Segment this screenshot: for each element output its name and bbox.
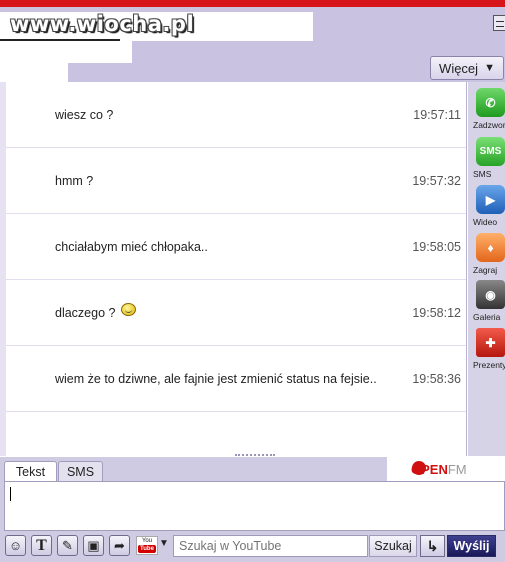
message-input[interactable] bbox=[4, 481, 505, 531]
youtube-logo-bottom: Tube bbox=[138, 545, 156, 553]
gift-icon: ▣ bbox=[87, 537, 100, 553]
message-text: chciałabym mieć chłopaka.. bbox=[55, 240, 208, 254]
phone-icon: ✆ bbox=[476, 88, 505, 117]
emoticon-icon: ☺ bbox=[8, 538, 23, 553]
chevron-down-icon: ▼ bbox=[484, 62, 495, 74]
emoticon-button[interactable]: ☺ bbox=[5, 535, 26, 556]
resize-handle[interactable] bbox=[235, 454, 275, 457]
enter-arrow-icon: ↳ bbox=[426, 537, 439, 554]
camera-icon: ◉ bbox=[476, 280, 505, 309]
window-menu-icon[interactable] bbox=[493, 15, 505, 31]
message-text: dlaczego ? bbox=[55, 306, 116, 320]
radio-icon bbox=[412, 461, 426, 475]
gift-toolbar-button[interactable]: ▣ bbox=[83, 535, 104, 556]
message-row: wiem że to dziwne, ale fajnie jest zmien… bbox=[6, 346, 466, 412]
send-button[interactable]: Wyślij bbox=[447, 535, 496, 557]
tab-text[interactable]: Tekst bbox=[4, 461, 57, 482]
wrench-button[interactable]: ✎ bbox=[57, 535, 78, 556]
more-button[interactable]: Więcej ▼ bbox=[430, 56, 504, 80]
gift-icon: ✚ bbox=[476, 328, 505, 357]
openfm-suffix: FM bbox=[447, 461, 467, 477]
share-button[interactable]: ➦ bbox=[109, 535, 130, 556]
message-row: chciałabym mieć chłopaka.. 19:58:05 bbox=[6, 214, 466, 280]
message-row: wiesz co ? 19:57:11 bbox=[6, 82, 466, 148]
message-time: 19:58:05 bbox=[412, 240, 461, 254]
gallery-label: Galeria bbox=[473, 312, 501, 322]
share-arrow-icon: ➦ bbox=[114, 537, 125, 553]
message-time: 19:57:11 bbox=[413, 108, 461, 122]
chevron-down-icon[interactable]: ▼ bbox=[159, 538, 169, 549]
message-text: wiesz co ? bbox=[55, 108, 114, 122]
message-time: 19:57:32 bbox=[412, 174, 461, 188]
video-camera-icon: ▶ bbox=[476, 185, 505, 214]
sms-label: SMS bbox=[473, 169, 492, 179]
message-time: 19:58:36 bbox=[412, 372, 461, 386]
watermark: www.wiocha.pl bbox=[10, 12, 195, 36]
text-format-icon: T bbox=[36, 536, 47, 554]
message-text-wrap: dlaczego ? bbox=[55, 280, 137, 346]
message-time: 19:58:12 bbox=[412, 306, 461, 320]
message-row: hmm ? 19:57:32 bbox=[6, 148, 466, 214]
youtube-logo[interactable]: You Tube bbox=[136, 536, 158, 555]
message-row: dlaczego ? 19:58:12 bbox=[6, 280, 466, 346]
call-label: Zadzwoń bbox=[473, 120, 505, 130]
openfm-logo[interactable]: OPEN FM bbox=[387, 457, 505, 481]
more-button-label: Więcej bbox=[439, 60, 479, 76]
top-red-bar bbox=[0, 0, 505, 7]
game-icon: ♦ bbox=[476, 233, 505, 262]
wrench-icon: ✎ bbox=[62, 537, 73, 553]
gifts-label: Prezenty bbox=[473, 360, 505, 370]
enter-button[interactable]: ↳ bbox=[420, 535, 445, 557]
tab-sms[interactable]: SMS bbox=[58, 461, 103, 482]
smiley-icon bbox=[121, 302, 137, 316]
text-cursor bbox=[10, 487, 11, 501]
message-text: wiem że to dziwne, ale fajnie jest zmien… bbox=[55, 372, 377, 386]
youtube-logo-top: You bbox=[141, 538, 153, 544]
youtube-search-input[interactable] bbox=[173, 535, 368, 557]
video-label: Wideo bbox=[473, 217, 498, 227]
youtube-search-button[interactable]: Szukaj bbox=[369, 535, 417, 557]
message-text: hmm ? bbox=[55, 174, 94, 188]
contact-name-area bbox=[0, 41, 132, 63]
text-format-button[interactable]: T bbox=[31, 535, 52, 556]
gifts-button[interactable]: ✚ Prezenty bbox=[470, 322, 505, 382]
sms-icon: SMS bbox=[476, 137, 505, 166]
action-sidebar: ✆ Zadzwoń SMS SMS ▶ Wideo ♦ Zagraj ◉ Gal… bbox=[468, 82, 505, 456]
